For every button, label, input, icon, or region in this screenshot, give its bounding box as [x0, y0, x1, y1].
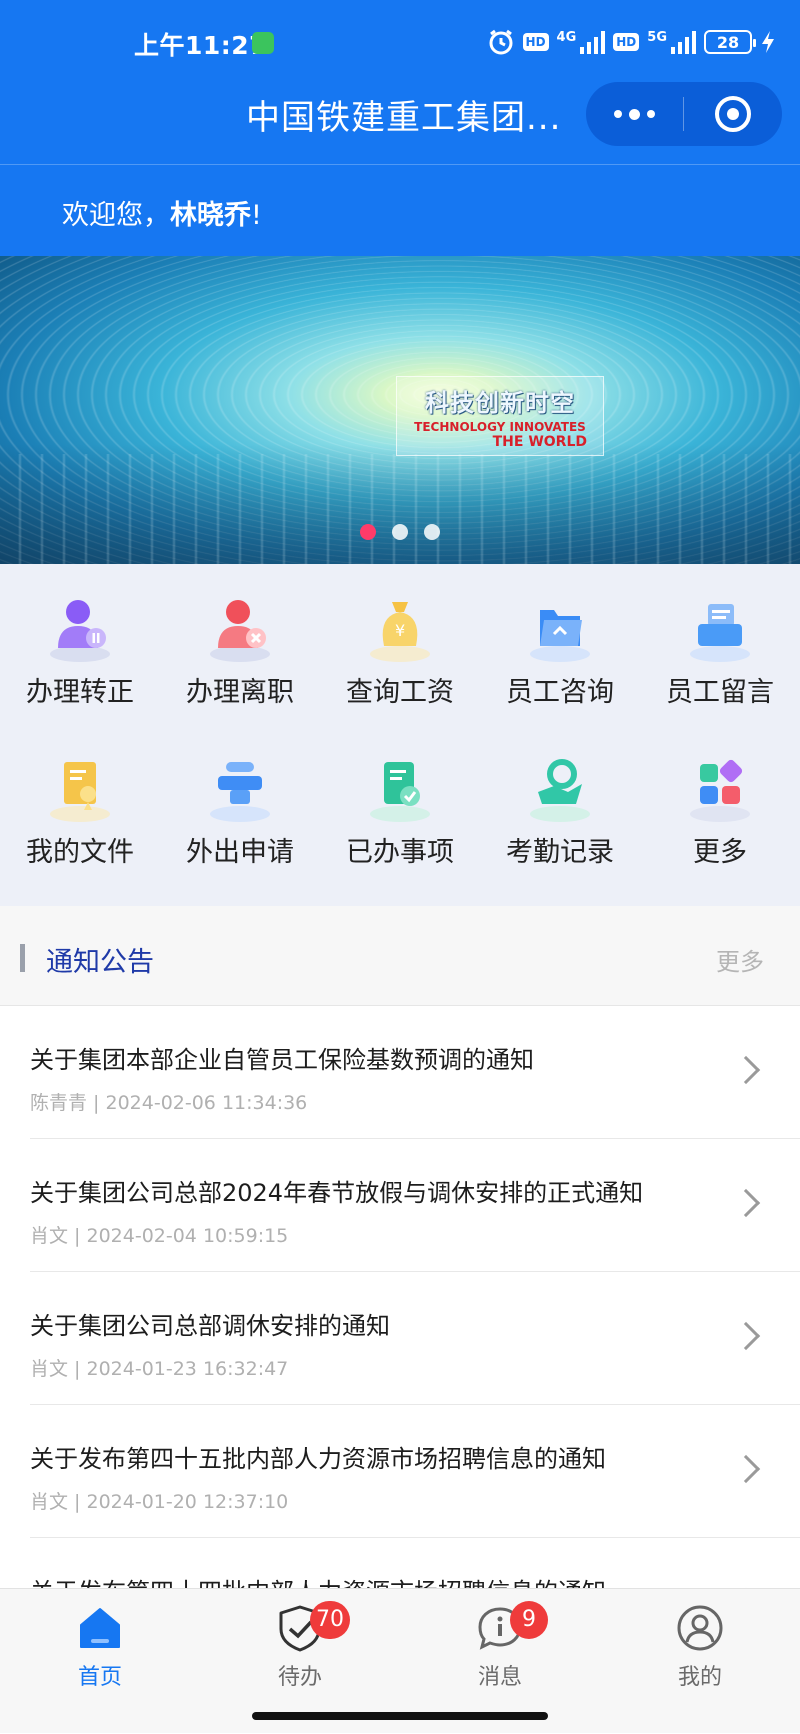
- grid-item-resign[interactable]: 办理离职: [160, 564, 320, 724]
- tunnel-rails: [0, 454, 800, 564]
- message-box-icon: [690, 604, 750, 662]
- grid-item-done[interactable]: 已办事项: [320, 724, 480, 884]
- tab-label: 我的: [677, 1665, 722, 1690]
- page-title: 中国铁建重工集团...: [246, 98, 562, 138]
- money-bag-icon: ¥: [370, 602, 430, 662]
- battery-icon: 28: [704, 30, 756, 54]
- notice-item[interactable]: 关于集团本部企业自管员工保险基数预调的通知 陈青青 | 2024-02-06 1…: [30, 1006, 800, 1139]
- svg-text:¥: ¥: [395, 621, 405, 640]
- network-type-2: 5G: [647, 29, 667, 45]
- grid-item-label: 员工留言: [666, 677, 774, 708]
- tab-mine[interactable]: 我的: [600, 1589, 800, 1734]
- chevron-right-icon: [731, 1188, 761, 1218]
- notice-item-title: 关于发布第四十五批内部人力资源市场招聘信息的通知: [30, 1445, 606, 1473]
- notice-item[interactable]: 关于集团公司总部2024年春节放假与调休安排的正式通知 肖文 | 2024-02…: [30, 1139, 800, 1272]
- grid-item-confirm-regular[interactable]: 办理转正: [0, 564, 160, 724]
- notice-more-link[interactable]: 更多: [716, 942, 764, 977]
- chevron-right-icon: [731, 1454, 761, 1484]
- chevron-right-icon: [731, 1055, 761, 1085]
- carousel-dot-3[interactable]: [424, 524, 440, 540]
- done-document-icon: [370, 762, 430, 822]
- banner-title-cn: 科技创新时空: [425, 389, 575, 417]
- notice-title: 通知公告: [46, 947, 154, 978]
- hd-badge-2: HD: [613, 33, 640, 51]
- hd-badge-1: HD: [522, 33, 549, 51]
- home-icon: [80, 1608, 120, 1648]
- mini-program-capsule: [586, 82, 782, 146]
- grid-item-consult[interactable]: 员工咨询: [480, 564, 640, 724]
- chevron-right-icon: [731, 1321, 761, 1351]
- notice-item-meta: 肖文 | 2024-01-20 12:37:10: [30, 1491, 289, 1513]
- section-marker: [20, 944, 25, 972]
- tab-label: 消息: [477, 1665, 522, 1690]
- notice-item-meta: 肖文 | 2024-02-04 10:59:15: [30, 1225, 289, 1247]
- user-icon: [677, 1605, 723, 1651]
- todo-count-badge: 70: [310, 1601, 350, 1639]
- grid-item-message-board[interactable]: 员工留言: [640, 564, 800, 724]
- welcome-suffix: !: [251, 200, 262, 231]
- welcome-bar: 欢迎您，林晓乔!: [0, 164, 800, 256]
- message-count-badge: 9: [510, 1601, 548, 1639]
- banner-slogan: 科技创新时空 TECHNOLOGY INNOVATES THE WORLD: [396, 376, 604, 456]
- notice-item[interactable]: 关于发布第四十五批内部人力资源市场招聘信息的通知 肖文 | 2024-01-20…: [30, 1405, 800, 1538]
- status-time: 上午11:27: [134, 31, 268, 60]
- folder-icon: [530, 610, 590, 662]
- grid-item-out-application[interactable]: 外出申请: [160, 724, 320, 884]
- grid-item-label: 更多: [693, 837, 747, 868]
- grid-item-label: 我的文件: [26, 837, 134, 868]
- notice-item-meta: 肖文 | 2024-01-23 16:32:47: [30, 1358, 289, 1380]
- grid-item-label: 考勤记录: [506, 837, 614, 868]
- tab-label: 首页: [77, 1665, 122, 1690]
- carousel-dot-2[interactable]: [392, 524, 408, 540]
- user-remove-icon: [210, 600, 270, 662]
- notice-list: 关于集团本部企业自管员工保险基数预调的通知 陈青青 | 2024-02-06 1…: [0, 1006, 800, 1671]
- notice-item-meta: 陈青青 | 2024-02-06 11:34:36: [30, 1092, 308, 1114]
- banner-line1: TECHNOLOGY INNOVATES: [414, 420, 586, 434]
- notice-header: 通知公告 更多: [0, 906, 800, 1006]
- signal-icon-1: [580, 30, 606, 54]
- travel-icon: [210, 762, 270, 822]
- function-grid: 办理转正 办理离职 ¥ 查询工资 员工咨询 员工留言 我的文件 外出申请 已办事…: [0, 564, 800, 906]
- welcome-prefix: 欢迎您，: [62, 200, 170, 231]
- signal-icon-2: [671, 30, 696, 54]
- notice-item-title: 关于集团公司总部调休安排的通知: [30, 1312, 390, 1340]
- carousel-indicator: [360, 524, 440, 540]
- attendance-icon: [530, 759, 590, 822]
- grid-item-my-files[interactable]: 我的文件: [0, 724, 160, 884]
- grid-item-label: 查询工资: [346, 677, 454, 708]
- user-name: 林晓乔: [170, 200, 251, 231]
- user-pause-icon: [50, 600, 110, 662]
- carousel-dot-1[interactable]: [360, 524, 376, 540]
- grid-item-more[interactable]: 更多: [640, 724, 800, 884]
- grid-item-label: 已办事项: [346, 837, 454, 868]
- home-indicator[interactable]: [252, 1712, 548, 1720]
- alarm-icon: [489, 29, 513, 55]
- document-icon: [50, 762, 110, 822]
- grid-item-label: 办理转正: [26, 677, 134, 708]
- notice-item-title: 关于集团本部企业自管员工保险基数预调的通知: [30, 1046, 534, 1074]
- charging-icon: [762, 31, 774, 53]
- banner-carousel[interactable]: 科技创新时空 TECHNOLOGY INNOVATES THE WORLD: [0, 256, 800, 564]
- target-icon: [715, 96, 751, 132]
- grid-item-attendance[interactable]: 考勤记录: [480, 724, 640, 884]
- grid-item-label: 员工咨询: [506, 677, 614, 708]
- grid-item-salary[interactable]: ¥ 查询工资: [320, 564, 480, 724]
- more-menu-button[interactable]: [586, 82, 683, 146]
- status-bar: 上午11:27 HD 4G HD 5G 28: [0, 0, 800, 84]
- grid-item-label: 办理离职: [186, 677, 294, 708]
- close-mini-program-button[interactable]: [684, 96, 782, 132]
- network-type-1: 4G: [556, 29, 577, 45]
- tab-home[interactable]: 首页: [0, 1589, 200, 1734]
- banner-line2: THE WORLD: [492, 434, 587, 450]
- notice-item-title: 关于集团公司总部2024年春节放假与调休安排的正式通知: [30, 1179, 644, 1207]
- welcome-text: 欢迎您，林晓乔!: [62, 193, 262, 232]
- status-icons: HD 4G HD 5G 28: [487, 26, 776, 58]
- wechat-notification-icon: [252, 32, 274, 54]
- apps-icon: [690, 759, 750, 822]
- tab-label: 待办: [277, 1665, 322, 1690]
- notice-item[interactable]: 关于集团公司总部调休安排的通知 肖文 | 2024-01-23 16:32:47: [30, 1272, 800, 1405]
- grid-item-label: 外出申请: [186, 837, 294, 868]
